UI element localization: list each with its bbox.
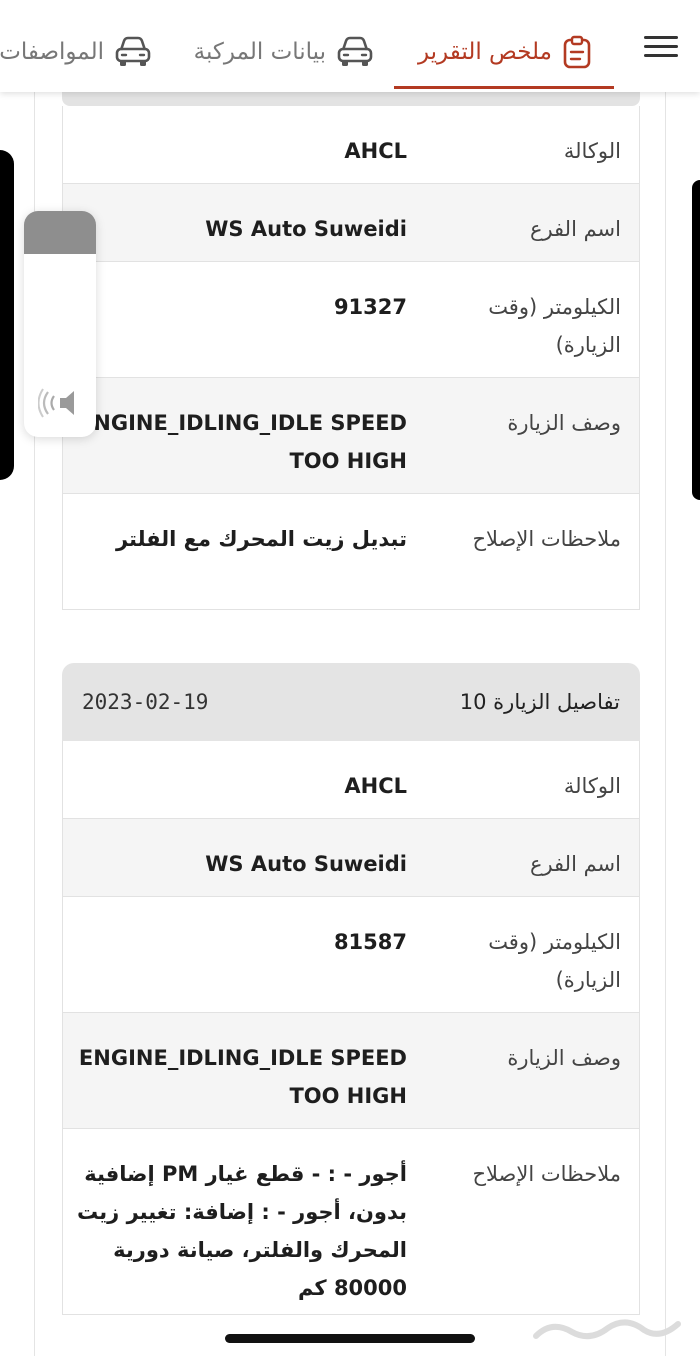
tab-vehicle-data[interactable]: بيانات المركبة <box>194 30 374 74</box>
row-value: أجور - : - قطع غيار PM إضافية بدون، أجور… <box>77 1162 407 1300</box>
hamburger-menu-icon[interactable] <box>644 36 678 62</box>
speaker-icon <box>37 387 82 423</box>
row-value: WS Auto Suweidi <box>205 852 407 876</box>
table-row: وصف الزيارة ENGINE_IDLING_IDLE SPEED TOO… <box>63 1013 639 1129</box>
table-row: الكيلومتر (وقت الزيارة) 91327 <box>63 262 639 378</box>
visit-details-table: الوكالة AHCL اسم الفرع WS Auto Suweidi ا… <box>62 741 640 1315</box>
row-label: اسم الفرع <box>529 852 621 876</box>
photo-edge-left <box>0 150 14 480</box>
row-label: اسم الفرع <box>529 217 621 241</box>
row-value: 91327 <box>333 295 407 319</box>
tab-label: ملخص التقرير <box>417 39 552 65</box>
row-label: وصف الزيارة <box>507 1046 621 1070</box>
top-tab-bar: ملخص التقرير بيانات المركبة المواصفات <box>0 0 700 92</box>
row-value: WS Auto Suweidi <box>205 217 407 241</box>
table-row: اسم الفرع WS Auto Suweidi <box>63 819 639 897</box>
visit-date: 2023-02-19 <box>82 690 209 714</box>
watermark-logo <box>532 1306 682 1354</box>
row-label: الكيلومتر (وقت الزيارة) <box>488 930 621 992</box>
row-label: الوكالة <box>563 774 621 798</box>
visit-title: تفاصيل الزيارة 10 <box>459 690 620 714</box>
row-value: تبديل زيت المحرك مع الفلتر <box>115 527 407 551</box>
visit-details-table: الوكالة AHCL اسم الفرع WS Auto Suweidi ا… <box>62 106 640 610</box>
previous-card-header-bottom <box>62 92 640 106</box>
visit-card-header[interactable]: تفاصيل الزيارة 10 2023-02-19 <box>62 663 640 741</box>
table-row: اسم الفرع WS Auto Suweidi <box>63 184 639 262</box>
tab-report-summary[interactable]: ملخص التقرير <box>418 30 592 74</box>
row-value: AHCL <box>344 139 407 163</box>
row-label: الوكالة <box>563 139 621 163</box>
car-icon <box>114 35 152 69</box>
table-row: الوكالة AHCL <box>63 106 639 184</box>
car-icon <box>336 35 374 69</box>
row-label: الكيلومتر (وقت الزيارة) <box>488 295 621 357</box>
volume-level-fill <box>24 211 96 254</box>
table-row: الوكالة AHCL <box>63 741 639 819</box>
table-row: ملاحظات الإصلاح أجور - : - قطع غيار PM إ… <box>63 1129 639 1315</box>
photo-edge-right <box>692 180 700 500</box>
row-label: وصف الزيارة <box>507 411 621 435</box>
row-label: ملاحظات الإصلاح <box>472 1162 621 1186</box>
table-row: ملاحظات الإصلاح تبديل زيت المحرك مع الفل… <box>63 494 639 610</box>
report-content: الوكالة AHCL اسم الفرع WS Auto Suweidi ا… <box>34 0 666 1356</box>
volume-slider[interactable] <box>24 211 96 437</box>
row-value: 81587 <box>333 930 407 954</box>
table-row: الكيلومتر (وقت الزيارة) 81587 <box>63 897 639 1013</box>
clipboard-icon <box>562 35 592 69</box>
row-label: ملاحظات الإصلاح <box>472 527 621 551</box>
home-indicator[interactable] <box>225 1334 475 1343</box>
row-value: ENGINE_IDLING_IDLE SPEED TOO HIGH <box>78 1046 407 1108</box>
tab-specifications[interactable]: المواصفات <box>0 30 152 74</box>
table-row: وصف الزيارة ENGINE_IDLING_IDLE SPEED TOO… <box>63 378 639 494</box>
tab-label: بيانات المركبة <box>193 39 326 65</box>
tab-label: المواصفات <box>0 39 104 65</box>
active-tab-indicator <box>394 86 614 89</box>
row-value: ENGINE_IDLING_IDLE SPEED TOO HIGH <box>78 411 407 473</box>
row-value: AHCL <box>344 774 407 798</box>
